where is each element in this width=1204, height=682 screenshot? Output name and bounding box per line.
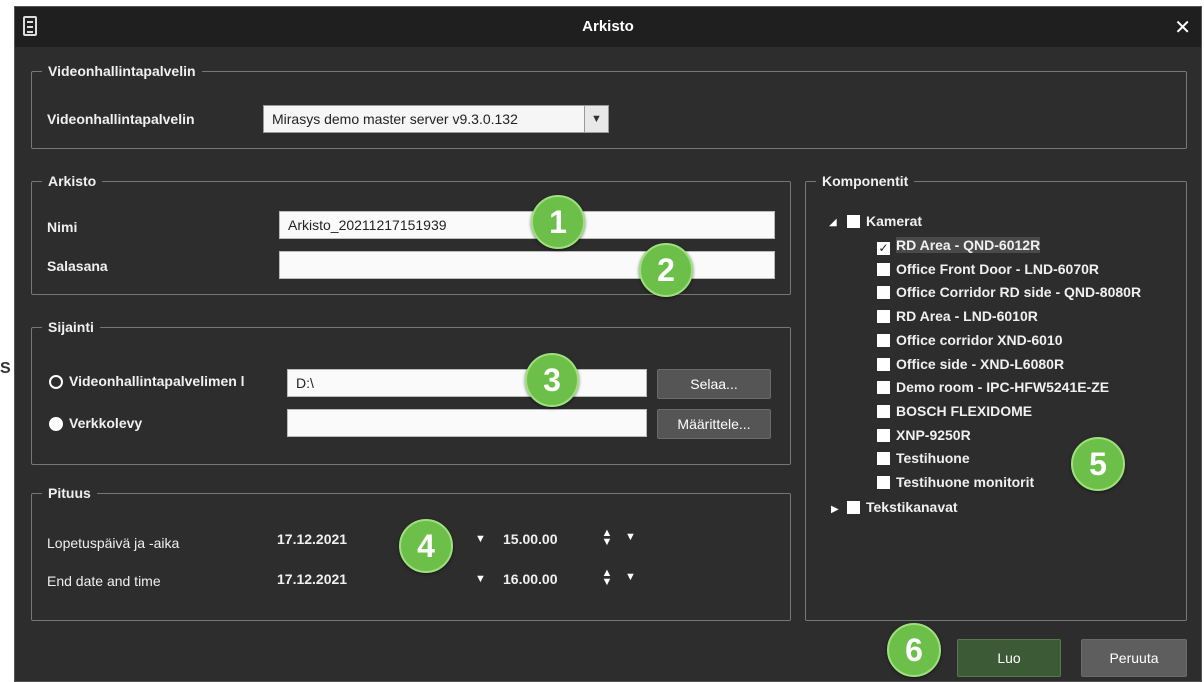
tree-item-cameras[interactable]: Kamerat — [847, 210, 922, 232]
background-glyph: S — [0, 360, 11, 377]
network-path-input[interactable] — [287, 409, 647, 437]
camera-label: BOSCH FLEXIDOME — [896, 402, 1033, 419]
camera-checkbox[interactable] — [877, 381, 890, 395]
end-date-dropdown-icon[interactable]: ▼ — [475, 573, 486, 585]
camera-label: Testihuone — [896, 450, 970, 467]
network-drive-radio[interactable] — [49, 417, 63, 431]
tree-item-camera[interactable]: Office corridor XND-6010 — [877, 329, 1063, 351]
start-date[interactable]: 17.12.2021 — [277, 531, 347, 547]
tree-item-text-channels[interactable]: Tekstikanavat — [847, 496, 958, 518]
cameras-label: Kamerat — [866, 213, 923, 229]
tree-item-camera[interactable]: ✓ RD Area - QND-6012R — [877, 234, 1041, 256]
tree-item-camera[interactable]: Testihuone — [877, 447, 970, 469]
callout-5: 5 — [1071, 437, 1125, 491]
start-time-spinner-icon[interactable]: ▲ ▼ — [601, 528, 613, 548]
camera-checkbox[interactable] — [877, 286, 890, 300]
dialog-title: Arkisto — [582, 18, 634, 35]
camera-label: Demo room - IPC-HFW5241E-ZE — [896, 379, 1110, 396]
server-dropdown[interactable]: Mirasys demo master server v9.3.0.132 ▼ — [263, 105, 609, 133]
camera-checkbox[interactable] — [877, 452, 890, 466]
camera-checkbox[interactable] — [877, 428, 890, 442]
cameras-checkbox[interactable] — [847, 215, 860, 228]
camera-checkbox[interactable] — [877, 404, 890, 418]
tree-item-camera[interactable]: BOSCH FLEXIDOME — [877, 400, 1032, 422]
callout-3: 3 — [525, 353, 579, 407]
tree-item-camera[interactable]: RD Area - LND-6010R — [877, 305, 1038, 327]
end-time-dropdown-icon[interactable]: ▼ — [625, 571, 636, 583]
callout-1: 1 — [531, 195, 585, 249]
network-drive-label[interactable]: Verkkolevy — [69, 415, 142, 431]
components-group-legend: Komponentit — [822, 173, 909, 189]
callout-4: 4 — [399, 519, 453, 573]
end-time-spinner-icon[interactable]: ▲ ▼ — [601, 568, 613, 588]
tree-item-camera[interactable]: Office Front Door - LND-6070R — [877, 258, 1099, 280]
camera-label: RD Area - LND-6010R — [896, 308, 1038, 325]
tree-item-camera[interactable]: Office side - XND-L6080R — [877, 353, 1064, 375]
start-time-dropdown-icon[interactable]: ▼ — [625, 531, 636, 543]
local-path-input[interactable]: D:\ — [287, 369, 647, 397]
chevron-down-icon[interactable]: ▼ — [584, 106, 608, 132]
tree-item-camera[interactable]: Office Corridor RD side - QND-8080R — [877, 281, 1141, 303]
server-dropdown-value: Mirasys demo master server v9.3.0.132 — [272, 111, 518, 127]
camera-label: RD Area - QND-6012R — [896, 237, 1041, 253]
camera-checkbox[interactable] — [877, 333, 890, 347]
callout-6: 6 — [887, 623, 941, 677]
end-label: End date and time — [47, 573, 161, 589]
server-group-legend: Videonhallintapalvelin — [48, 63, 196, 79]
server-group: Videonhallintapalvelin — [31, 63, 1187, 149]
tree-item-camera[interactable]: XNP-9250R — [877, 424, 971, 446]
browse-button[interactable]: Selaa... — [657, 369, 771, 399]
archive-group-legend: Arkisto — [48, 173, 97, 189]
camera-label: Office corridor XND-6010 — [896, 331, 1063, 348]
camera-label: Office Front Door - LND-6070R — [896, 260, 1100, 277]
camera-checkbox[interactable] — [877, 310, 890, 324]
start-label: Lopetuspäivä ja -aika — [47, 535, 180, 551]
archive-dialog: Arkisto ✕ Videonhallintapalvelin Videonh… — [14, 6, 1202, 682]
close-icon[interactable]: ✕ — [1174, 15, 1191, 40]
duration-group-legend: Pituus — [48, 485, 91, 501]
end-time[interactable]: 16.00.00 — [503, 571, 558, 587]
local-server-radio[interactable] — [49, 375, 63, 389]
create-button[interactable]: Luo — [957, 639, 1061, 677]
camera-label: XNP-9250R — [896, 426, 971, 443]
password-input[interactable] — [279, 251, 775, 279]
end-date[interactable]: 17.12.2021 — [277, 571, 347, 587]
tree-item-camera[interactable]: Demo room - IPC-HFW5241E-ZE — [877, 376, 1109, 398]
start-date-dropdown-icon[interactable]: ▼ — [475, 533, 486, 545]
start-time[interactable]: 15.00.00 — [503, 531, 558, 547]
cancel-button[interactable]: Peruuta — [1081, 639, 1187, 677]
location-group-legend: Sijainti — [48, 319, 94, 335]
camera-label: Office side - XND-L6080R — [896, 355, 1065, 372]
callout-2: 2 — [639, 243, 693, 297]
camera-checkbox[interactable] — [877, 357, 890, 371]
title-bar: Arkisto ✕ — [15, 7, 1201, 47]
server-label: Videonhallintapalvelin — [47, 111, 195, 127]
name-input[interactable]: Arkisto_20211217151939 — [279, 211, 775, 239]
camera-label: Testihuone monitorit — [896, 474, 1035, 490]
text-channels-checkbox[interactable] — [847, 501, 860, 514]
password-label: Salasana — [47, 258, 108, 274]
define-button[interactable]: Määrittele... — [657, 409, 771, 439]
camera-checkbox[interactable] — [877, 262, 890, 276]
name-label: Nimi — [47, 219, 78, 235]
tree-item-camera[interactable]: Testihuone monitorit — [877, 471, 1034, 493]
text-channels-label: Tekstikanavat — [866, 499, 958, 515]
expand-cameras-icon[interactable]: ◢ — [829, 217, 837, 228]
camera-label: Office Corridor RD side - QND-8080R — [896, 284, 1142, 301]
expand-text-channels-icon[interactable]: ▶ — [831, 504, 839, 515]
camera-checkbox[interactable]: ✓ — [877, 242, 890, 255]
local-server-label[interactable]: Videonhallintapalvelimen l — [69, 373, 245, 389]
camera-checkbox[interactable] — [877, 476, 890, 489]
